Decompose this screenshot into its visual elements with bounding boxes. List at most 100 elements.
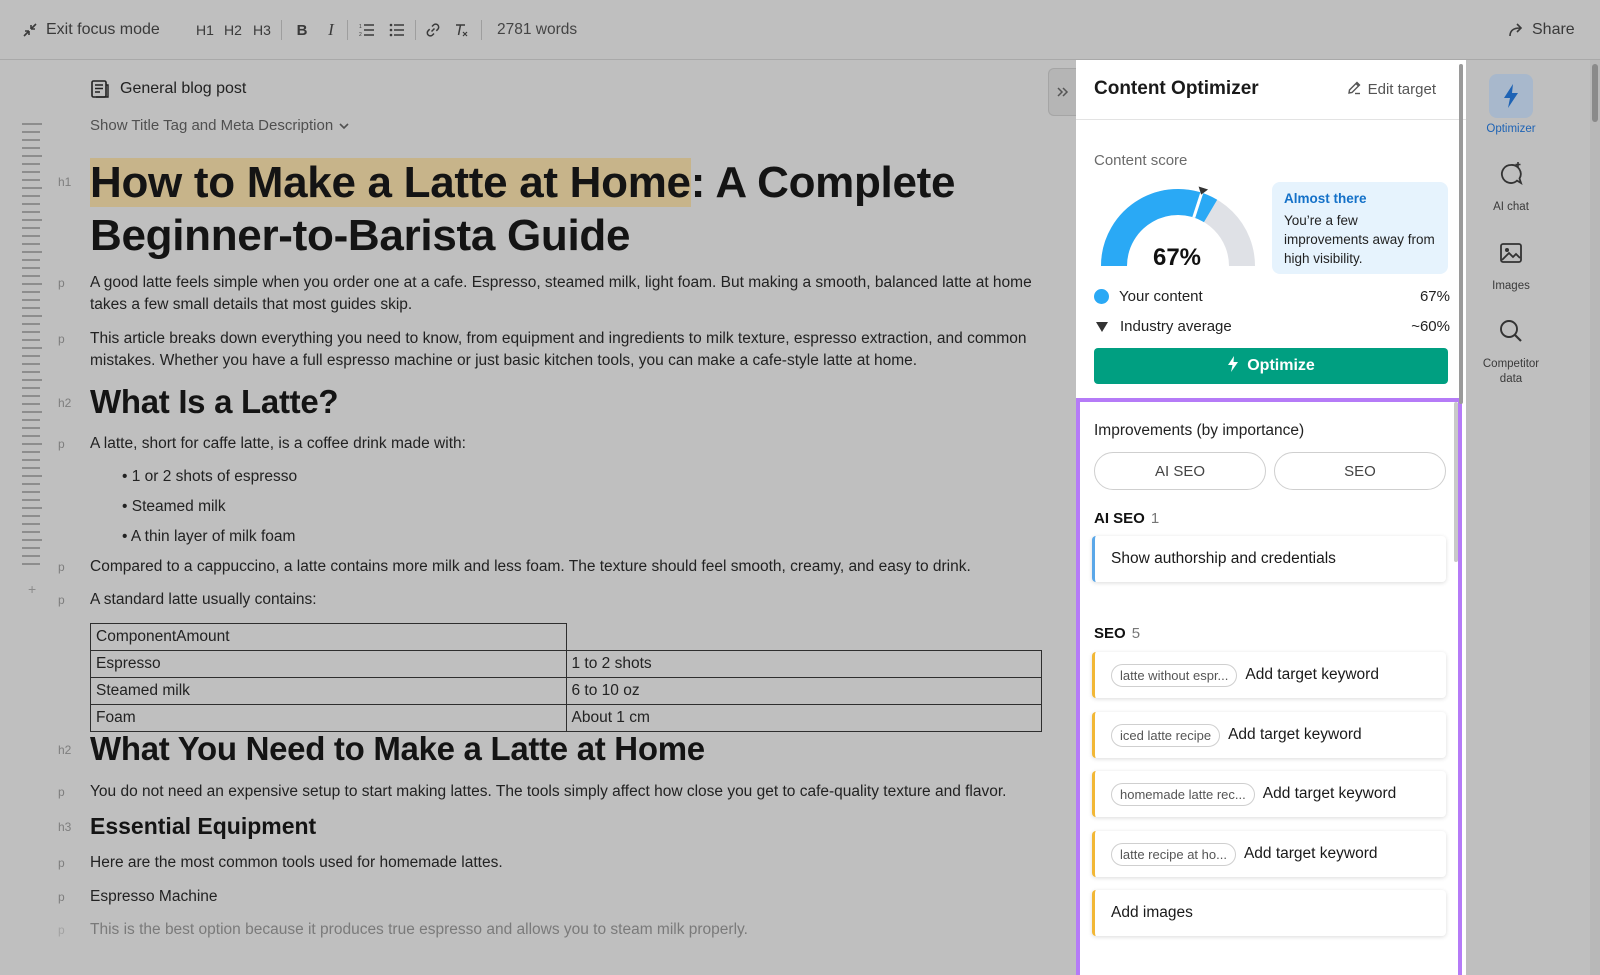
table-row: Foam About 1 cm (90, 704, 1042, 732)
ruler-tick (22, 283, 42, 285)
table-row: Steamed milk 6 to 10 oz (90, 677, 1042, 705)
improvement-card[interactable]: iced latte recipe Add target keyword (1092, 712, 1446, 758)
rail-item-competitor-data[interactable]: Competitor data (1480, 309, 1542, 387)
filter-seo-button[interactable]: SEO (1274, 452, 1446, 490)
ruler-tick (22, 195, 40, 197)
clear-format-button[interactable] (448, 18, 474, 42)
section-heading[interactable]: What You Need to Make a Latte at Home (90, 730, 705, 768)
right-tool-rail: Optimizer AI chat Images Competitor data (1466, 60, 1600, 975)
list-item[interactable]: • 1 or 2 shots of espresso (122, 468, 297, 486)
meta-description-toggle[interactable]: Show Title Tag and Meta Description (90, 117, 349, 134)
bullet-list-button[interactable] (384, 18, 410, 42)
improvement-card[interactable]: Add images (1092, 890, 1446, 936)
paragraph[interactable]: Here are the most common tools used for … (90, 852, 1060, 874)
improvement-card[interactable]: latte recipe at ho... Add target keyword (1092, 831, 1446, 877)
ruler-tick (22, 467, 40, 469)
doc-type-selector[interactable]: General blog post (90, 79, 246, 99)
section-label-text: AI SEO (1094, 510, 1145, 527)
heading2-button[interactable]: H2 (220, 18, 246, 42)
paragraph[interactable]: A latte, short for caffe latte, is a cof… (90, 433, 1060, 455)
list-item[interactable]: • Steamed milk (122, 498, 226, 516)
ruler-tick (22, 443, 42, 445)
optimize-button[interactable]: Optimize (1094, 348, 1448, 384)
italic-button[interactable]: I (318, 18, 344, 42)
panel-scrollbar-thumb[interactable] (1459, 64, 1463, 404)
exit-focus-button[interactable]: Exit focus mode (22, 18, 160, 42)
paragraph[interactable]: A good latte feels simple when you order… (90, 272, 1060, 316)
meta-toggle-label: Show Title Tag and Meta Description (90, 117, 334, 134)
improvement-card[interactable]: Show authorship and credentials (1092, 536, 1446, 582)
latte-components-table[interactable]: ComponentAmount Espresso 1 to 2 shots St… (90, 623, 1042, 732)
table-cell[interactable]: Steamed milk (90, 677, 567, 705)
table-cell[interactable]: Foam (90, 704, 567, 732)
table-row: ComponentAmount (90, 623, 1042, 651)
toolbar-divider (481, 20, 482, 40)
rail-item-optimizer[interactable]: Optimizer (1480, 74, 1542, 137)
block-tag-p: p (58, 856, 65, 870)
table-cell[interactable]: 6 to 10 oz (565, 677, 1042, 705)
block-tag-p: p (58, 332, 65, 346)
link-icon (426, 23, 440, 37)
improvement-card[interactable]: homemade latte rec... Add target keyword (1092, 771, 1446, 817)
rail-item-label: Optimizer (1486, 123, 1536, 135)
paragraph[interactable]: Espresso Machine (90, 886, 1060, 908)
share-button[interactable]: Share (1508, 18, 1575, 42)
ruler-tick (22, 547, 40, 549)
collapse-panel-button[interactable] (1048, 68, 1076, 116)
improvement-text: Show authorship and credentials (1111, 550, 1336, 567)
filter-ai-seo-button[interactable]: AI SEO (1094, 452, 1266, 490)
table-row: Espresso 1 to 2 shots (90, 650, 1042, 678)
block-tag-h1: h1 (58, 175, 72, 189)
rail-item-ai-chat[interactable]: AI chat (1480, 152, 1542, 215)
page-title[interactable]: How to Make a Latte at Home: A Complete … (90, 156, 1050, 262)
add-block-plus-icon[interactable]: + (28, 581, 36, 597)
edit-target-label: Edit target (1367, 81, 1436, 98)
panel-title: Content Optimizer (1094, 78, 1259, 99)
page-scrollbar-thumb[interactable] (1592, 64, 1598, 122)
heading3-button[interactable]: H3 (249, 18, 275, 42)
table-cell[interactable] (566, 623, 1042, 651)
table-cell[interactable]: About 1 cm (565, 704, 1042, 732)
paragraph[interactable]: This is the best option because it produ… (90, 919, 1060, 941)
improvement-card[interactable]: latte without espr... Add target keyword (1092, 652, 1446, 698)
paragraph[interactable]: A standard latte usually contains: (90, 589, 1060, 611)
block-tag-p: p (58, 593, 65, 607)
paragraph[interactable]: Compared to a cappuccino, a latte contai… (90, 556, 1060, 578)
ruler-tick (22, 371, 40, 373)
heading1-button[interactable]: H1 (192, 18, 218, 42)
ruler-tick (22, 323, 40, 325)
clear-format-icon (456, 24, 468, 37)
paragraph[interactable]: You do not need an expensive setup to st… (90, 781, 1060, 803)
table-cell[interactable]: 1 to 2 shots (565, 650, 1042, 678)
table-cell[interactable]: ComponentAmount (90, 623, 567, 651)
subsection-heading[interactable]: Essential Equipment (90, 813, 316, 840)
improvements-section: Improvements (by importance) AI SEO SEO … (1076, 398, 1462, 975)
toolbar-divider (347, 20, 348, 40)
ruler-tick (22, 179, 40, 181)
ordered-list-button[interactable]: 12 (354, 18, 380, 42)
ruler-tick (22, 451, 40, 453)
ruler-tick (22, 331, 40, 333)
page-scrollbar[interactable] (1590, 60, 1600, 975)
image-icon (1489, 231, 1533, 275)
block-tag-p: p (58, 437, 65, 451)
table-cell[interactable]: Espresso (90, 650, 567, 678)
ruler-tick (22, 267, 40, 269)
chat-sparkle-icon (1489, 152, 1533, 196)
panel-scrollbar[interactable] (1458, 64, 1464, 914)
paragraph[interactable]: This article breaks down everything you … (90, 328, 1060, 372)
document-editor[interactable]: + General blog post Show Title Tag and M… (0, 61, 1070, 975)
improvement-text: Add images (1111, 904, 1193, 921)
improvement-text: Add target keyword (1262, 785, 1397, 802)
link-button[interactable] (420, 18, 446, 42)
list-item[interactable]: • A thin layer of milk foam (122, 528, 295, 546)
heading3-label: H3 (253, 22, 271, 38)
bold-button[interactable]: B (289, 18, 315, 42)
improvement-text: Add target keyword (1228, 726, 1362, 743)
edit-target-button[interactable]: Edit target (1347, 80, 1436, 99)
blue-dot-icon (1094, 289, 1109, 304)
section-heading[interactable]: What Is a Latte? (90, 383, 339, 421)
keyword-chip: homemade latte rec... (1111, 782, 1255, 806)
rail-item-images[interactable]: Images (1480, 231, 1542, 294)
toolbar-divider (415, 20, 416, 40)
